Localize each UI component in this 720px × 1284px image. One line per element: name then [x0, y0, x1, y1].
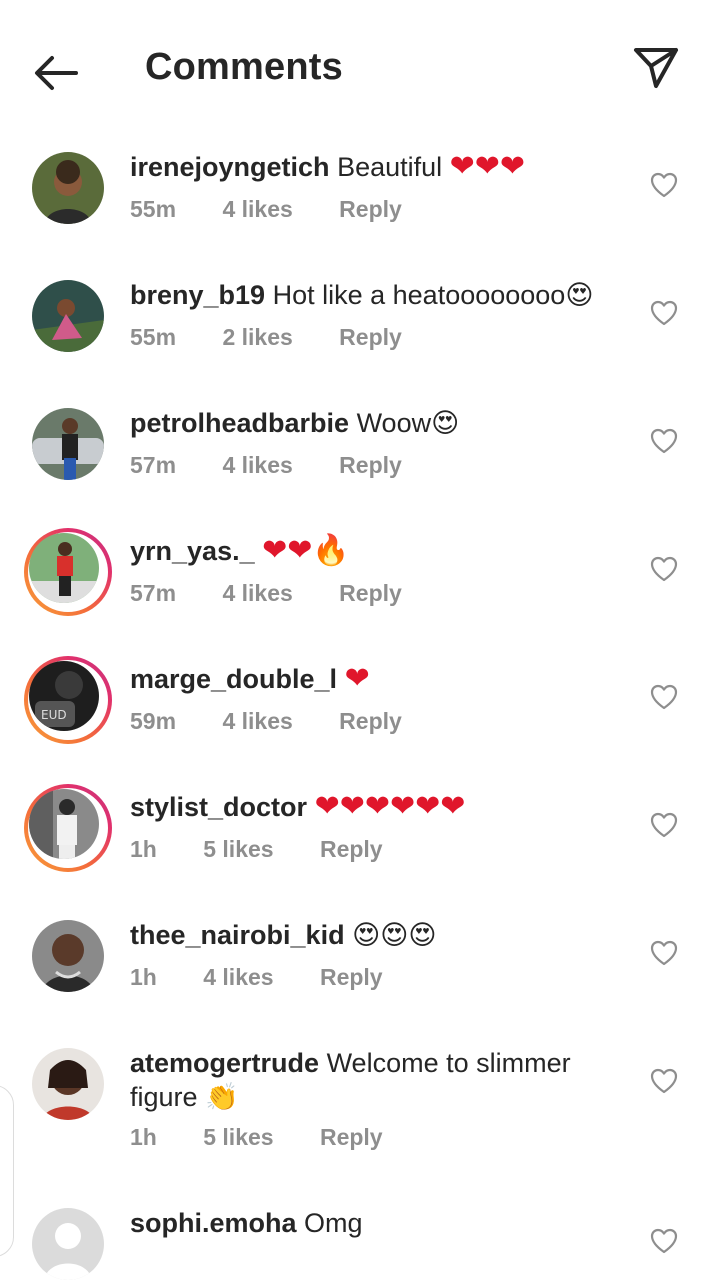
comment-text: Woow [356, 408, 432, 438]
avatar[interactable] [30, 920, 106, 996]
reply-button[interactable]: Reply [339, 196, 402, 223]
comment-username[interactable]: stylist_doctor [130, 792, 307, 822]
comment-likes[interactable]: 4 likes [222, 580, 292, 607]
comment-meta: 55m 2 likes Reply [130, 324, 442, 351]
comment-meta: 57m 4 likes Reply [130, 452, 442, 479]
comment-emoji: 👏 [205, 1082, 239, 1113]
avatar[interactable] [30, 280, 106, 356]
reply-button[interactable]: Reply [339, 452, 402, 479]
reply-button[interactable]: Reply [320, 836, 383, 863]
comment-emoji: 😍 [431, 408, 460, 439]
comment-meta: 55m 4 likes Reply [130, 196, 442, 223]
heart-outline-icon[interactable] [650, 428, 678, 454]
comment-likes[interactable]: 4 likes [203, 964, 273, 991]
comment-meta: 57m 4 likes Reply [130, 580, 442, 607]
comment-emoji: ❤❤🔥 [262, 533, 350, 568]
heart-outline-icon[interactable] [650, 684, 678, 710]
comment-username[interactable]: irenejoyngetich [130, 152, 330, 182]
svg-text:EUD: EUD [41, 708, 67, 722]
comment-meta: 1h 5 likes Reply [130, 836, 423, 863]
comment-time: 55m [130, 196, 177, 222]
comment-emoji: ❤ [344, 661, 370, 696]
comment-username[interactable]: breny_b19 [130, 280, 265, 310]
page-title: Comments [145, 46, 343, 88]
comment-likes[interactable]: 5 likes [203, 1124, 273, 1151]
comment-time: 57m [130, 452, 177, 478]
comment-text: Hot like a heatoooooooo [272, 280, 566, 310]
paper-plane-icon[interactable] [630, 42, 682, 94]
heart-outline-icon[interactable] [650, 812, 678, 838]
comment-likes[interactable]: 4 likes [222, 452, 292, 479]
heart-outline-icon[interactable] [650, 1228, 678, 1254]
comment-emoji: ❤❤❤ [449, 149, 526, 184]
comment-username[interactable]: sophi.emoha [130, 1208, 297, 1238]
reply-button[interactable]: Reply [339, 708, 402, 735]
comment-username[interactable]: yrn_yas._ [130, 536, 255, 566]
comment-time: 59m [130, 708, 177, 734]
avatar[interactable] [30, 1208, 106, 1284]
avatar[interactable] [24, 528, 112, 616]
comment-username[interactable]: petrolheadbarbie [130, 408, 349, 438]
comment-time: 1h [130, 836, 157, 862]
comment-text: Omg [304, 1208, 363, 1238]
back-arrow-icon[interactable] [30, 48, 82, 96]
comment-text: Beautiful [337, 152, 443, 182]
comment-likes[interactable]: 4 likes [222, 196, 292, 223]
comment-meta: 1h 4 likes Reply [130, 964, 423, 991]
comment-meta: 59m 4 likes Reply [130, 708, 442, 735]
comment-username[interactable]: marge_double_l [130, 664, 337, 694]
comment-emoji: 😍😍😍 [352, 920, 437, 951]
comment-meta: 1h 5 likes Reply [130, 1124, 423, 1151]
avatar[interactable]: EUD [24, 656, 112, 744]
reply-button[interactable]: Reply [320, 1124, 383, 1151]
comment-username[interactable]: thee_nairobi_kid [130, 920, 345, 950]
comment-time: 1h [130, 964, 157, 990]
heart-outline-icon[interactable] [650, 172, 678, 198]
comment-likes[interactable]: 5 likes [203, 836, 273, 863]
comment-likes[interactable]: 2 likes [222, 324, 292, 351]
comment-emoji: 😍 [565, 280, 594, 311]
reply-button[interactable]: Reply [339, 580, 402, 607]
floating-panel-edge [0, 1085, 14, 1257]
comment-username[interactable]: atemogertrude [130, 1048, 319, 1078]
avatar[interactable] [30, 1048, 106, 1124]
reply-button[interactable]: Reply [320, 964, 383, 991]
comment-time: 1h [130, 1124, 157, 1150]
avatar[interactable] [30, 152, 106, 228]
comment-emoji: ❤❤❤❤❤❤ [314, 789, 466, 824]
heart-outline-icon[interactable] [650, 940, 678, 966]
comment-likes[interactable]: 4 likes [222, 708, 292, 735]
heart-outline-icon[interactable] [650, 1068, 678, 1094]
heart-outline-icon[interactable] [650, 300, 678, 326]
comment-time: 57m [130, 580, 177, 606]
comment-time: 55m [130, 324, 177, 350]
reply-button[interactable]: Reply [339, 324, 402, 351]
header-bar: Comments [0, 0, 720, 140]
avatar[interactable] [24, 784, 112, 872]
heart-outline-icon[interactable] [650, 556, 678, 582]
avatar[interactable] [30, 408, 106, 484]
